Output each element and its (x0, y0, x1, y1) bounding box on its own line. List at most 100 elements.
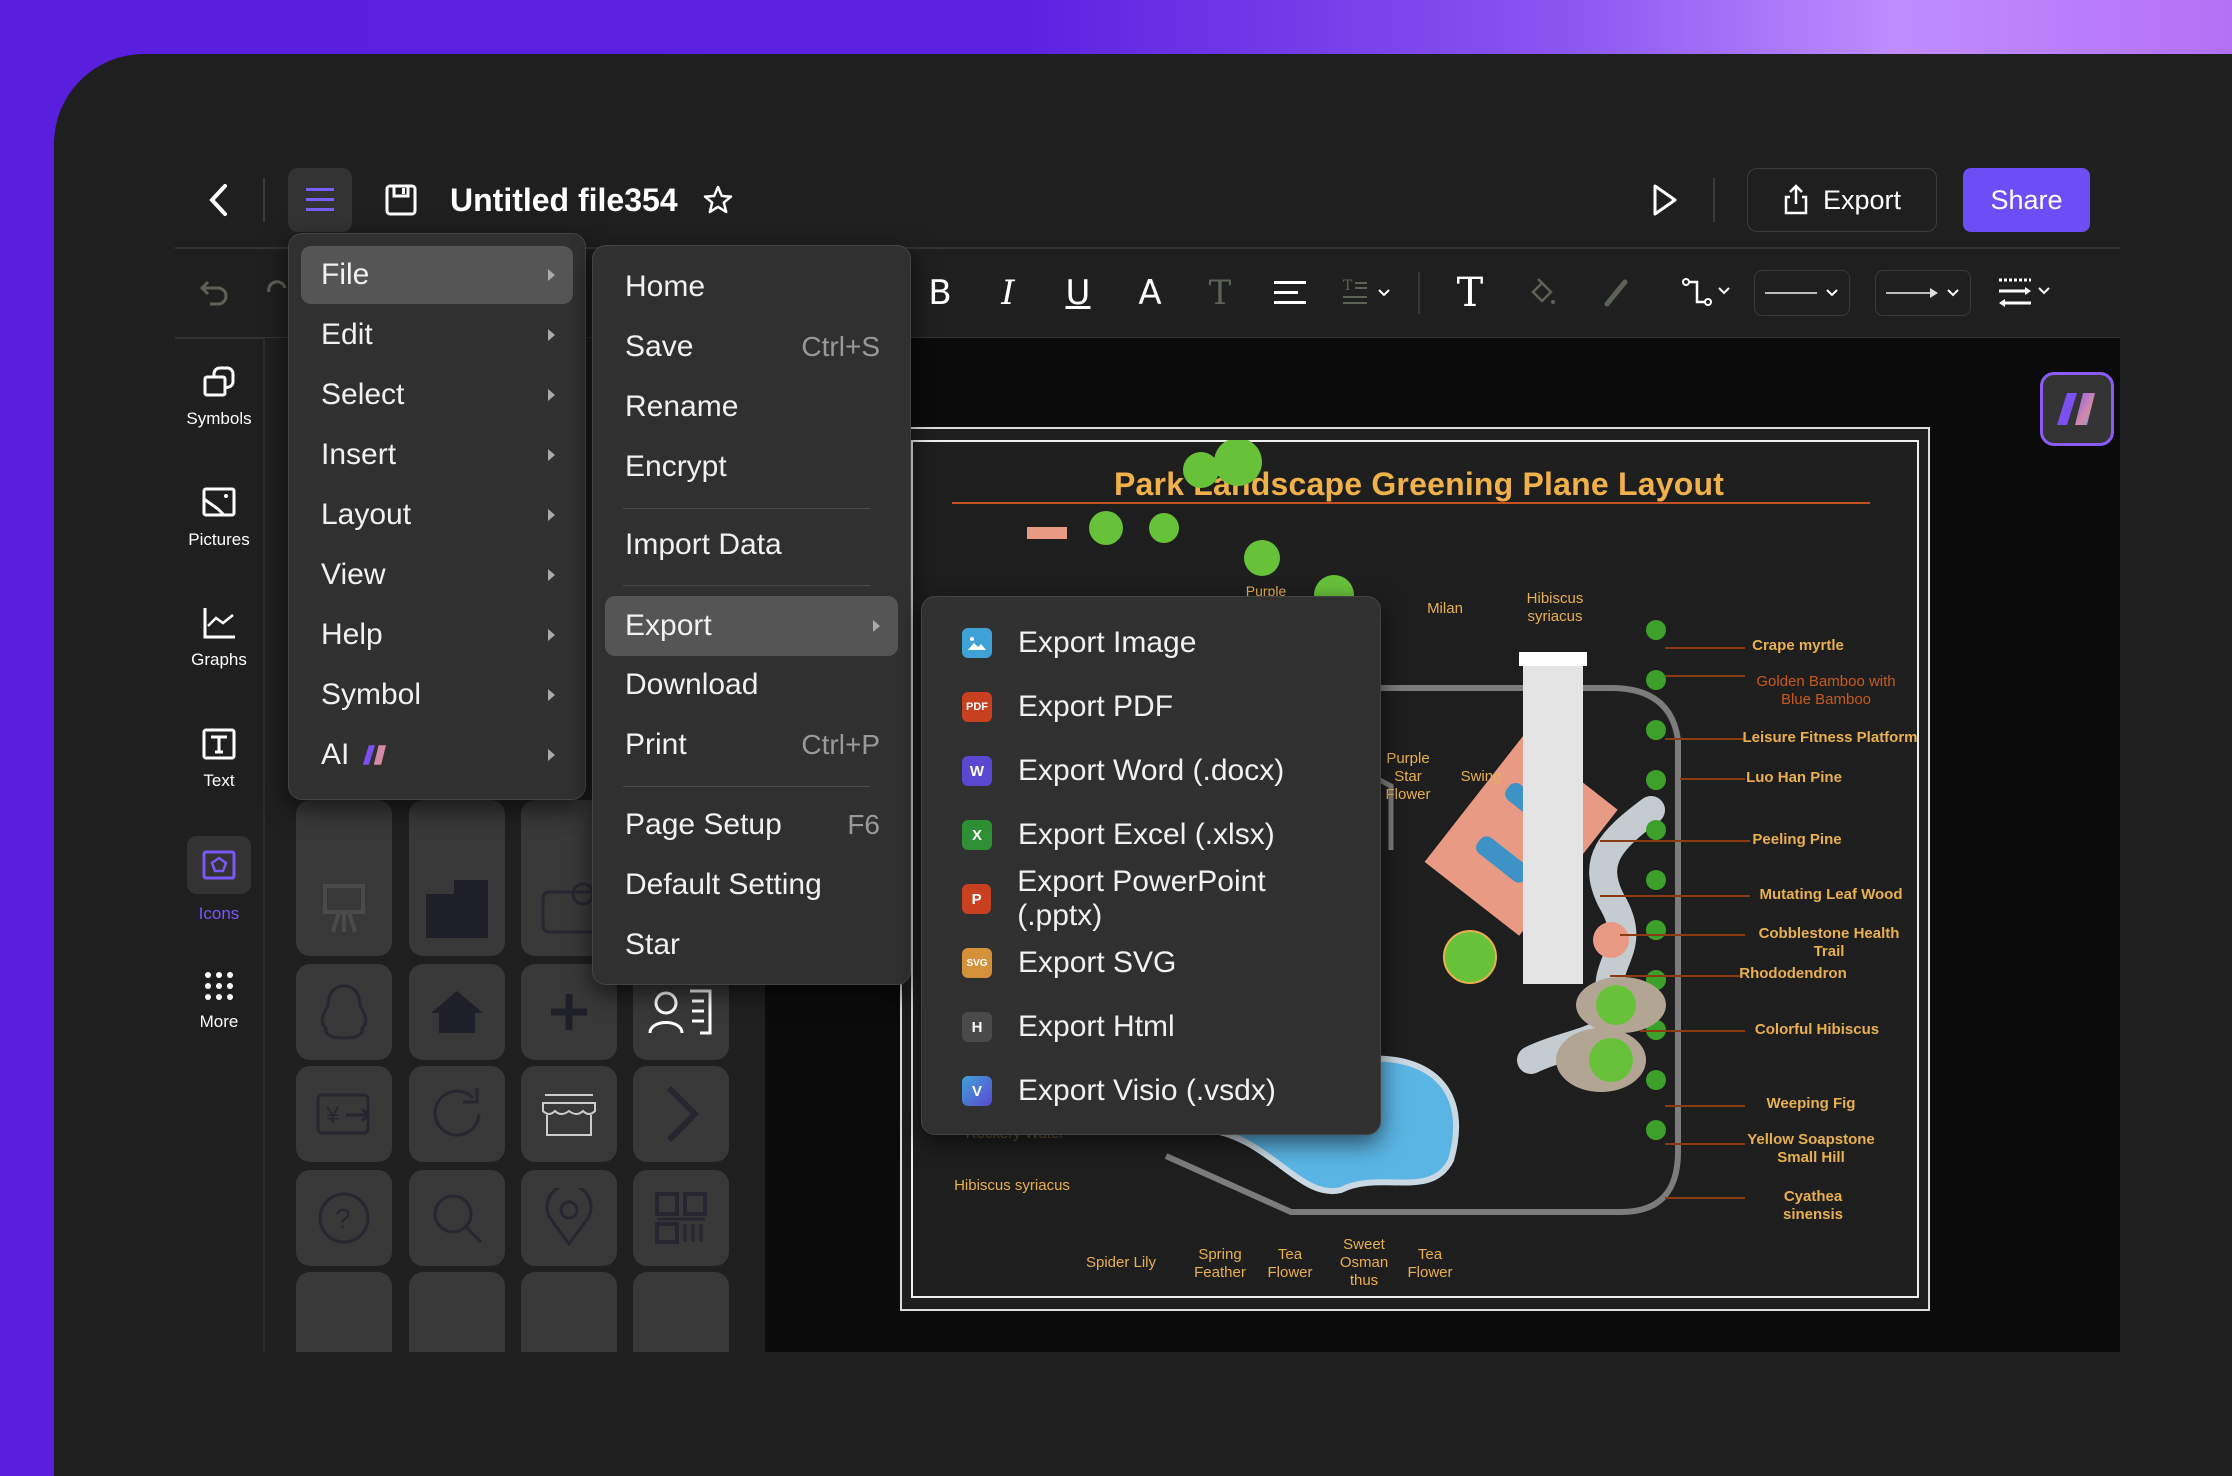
undo-button[interactable] (192, 268, 236, 318)
play-presentation-button[interactable] (1645, 178, 1685, 222)
icon-tile-payment[interactable]: ¥ (296, 1066, 392, 1162)
pen-button[interactable] (1596, 268, 1636, 318)
menu-item-star[interactable]: Star (605, 916, 898, 974)
menu-item-select[interactable]: Select (301, 366, 573, 424)
label-cyathea-sinensis[interactable]: Cyathea sinensis (1753, 1188, 1873, 1224)
align-button[interactable] (1270, 268, 1310, 318)
label-cobblestone-health-trail[interactable]: Cobblestone Health Trail (1743, 925, 1915, 961)
fill-button[interactable] (1522, 268, 1562, 318)
label-milan[interactable]: Milan (1420, 600, 1470, 618)
menu-item-symbol[interactable]: Symbol (301, 666, 573, 724)
menu-item-export-html[interactable]: H Export Html (934, 995, 1368, 1059)
menu-item-home[interactable]: Home (605, 258, 898, 316)
menu-item-export-svg[interactable]: SVG Export SVG (934, 931, 1368, 995)
menu-item-default-setting[interactable]: Default Setting (605, 856, 898, 914)
label-swing[interactable]: Swing (1456, 768, 1506, 786)
menu-item-export-word[interactable]: W Export Word (.docx) (934, 739, 1368, 803)
icon-tile-help[interactable]: ? (296, 1170, 392, 1266)
icon-tile-store[interactable] (521, 1066, 617, 1162)
label-purple-star-flower[interactable]: Purple Star Flower (1378, 750, 1438, 804)
icon-tile-qr[interactable] (633, 1170, 729, 1266)
menu-item-export-excel[interactable]: X Export Excel (.xlsx) (934, 803, 1368, 867)
icon-tile-qq[interactable] (296, 964, 392, 1060)
label-leisure-fitness-platform[interactable]: Leisure Fitness Platform (1740, 729, 1920, 747)
word-file-icon: W (962, 756, 992, 786)
label-golden-bamboo[interactable]: Golden Bamboo with Blue Bamboo (1746, 673, 1906, 709)
line-spacing-dropdown[interactable]: T (1340, 268, 1400, 318)
icon-tile[interactable] (296, 1272, 392, 1352)
label-tea-flower-2[interactable]: Tea Flower (1402, 1246, 1458, 1282)
favorite-star-button[interactable] (698, 180, 738, 220)
export-button[interactable]: Export (1747, 168, 1937, 232)
line-width-dropdown[interactable] (1996, 268, 2056, 318)
sidebar-item-more[interactable]: More (175, 970, 263, 1080)
text-tool-button[interactable]: T (1448, 268, 1492, 318)
label-luo-han-pine[interactable]: Luo Han Pine (1744, 769, 1844, 787)
label-mutating-leaf-wood[interactable]: Mutating Leaf Wood (1756, 886, 1906, 904)
font-color-button[interactable]: A (1130, 268, 1170, 318)
leader-line (1665, 1143, 1745, 1145)
underline-button[interactable]: U (1058, 268, 1098, 318)
menu-item-export[interactable]: Export (605, 596, 898, 656)
sidebar-item-pictures[interactable]: Pictures (175, 486, 263, 596)
icon-tile-location[interactable] (521, 1170, 617, 1266)
label-hibiscus-top[interactable]: Hibiscus syriacus (1520, 590, 1590, 626)
icon-tile-refresh[interactable] (409, 1066, 505, 1162)
icon-tile[interactable] (409, 1272, 505, 1352)
label-tea-flower-1[interactable]: Tea Flower (1262, 1246, 1318, 1282)
menu-item-insert[interactable]: Insert (301, 426, 573, 484)
menu-item-page-setup[interactable]: Page Setup F6 (605, 796, 898, 854)
icon-tile-building[interactable] (409, 860, 505, 956)
line-style-dropdown[interactable] (1754, 270, 1850, 316)
text-highlight-button[interactable]: T (1200, 268, 1240, 318)
share-button[interactable]: Share (1963, 168, 2090, 232)
arrow-style-dropdown[interactable] (1875, 270, 1971, 316)
ai-assistant-button[interactable] (2040, 372, 2114, 446)
label-peeling-pine[interactable]: Peeling Pine (1752, 831, 1842, 849)
menu-item-export-powerpoint[interactable]: P Export PowerPoint (.pptx) (934, 865, 1368, 932)
save-button[interactable] (382, 180, 420, 220)
back-button[interactable] (198, 178, 238, 222)
menu-item-ai[interactable]: AI (301, 726, 573, 784)
menu-item-print[interactable]: Print Ctrl+P (605, 716, 898, 774)
menu-item-file[interactable]: File (301, 246, 573, 304)
label-sweet-osmanthus[interactable]: Sweet Osman thus (1334, 1236, 1394, 1290)
menu-item-export-pdf[interactable]: PDF Export PDF (934, 675, 1368, 739)
label-rhododendron[interactable]: Rhododendron (1738, 965, 1848, 983)
menu-item-encrypt[interactable]: Encrypt (605, 438, 898, 496)
label-spider-lily[interactable]: Spider Lily (1080, 1254, 1162, 1272)
menu-item-help[interactable]: Help (301, 606, 573, 664)
menu-item-save[interactable]: Save Ctrl+S (605, 318, 898, 376)
label-spring-feather[interactable]: Spring Feather (1190, 1246, 1250, 1282)
label-weeping-fig[interactable]: Weeping Fig (1766, 1095, 1856, 1113)
menu-item-edit[interactable]: Edit (301, 306, 573, 364)
icon-tile-search[interactable] (409, 1170, 505, 1266)
sidebar-item-icons[interactable]: Icons (175, 836, 263, 946)
menu-item-export-image[interactable]: Export Image (934, 611, 1368, 675)
menu-item-import-data[interactable]: Import Data (605, 516, 898, 574)
document-title[interactable]: Untitled file354 (450, 178, 678, 222)
bold-button[interactable]: B (920, 268, 960, 318)
menu-item-export-visio[interactable]: V Export Visio (.vsdx) (934, 1059, 1368, 1123)
icon-tile-home[interactable] (409, 964, 505, 1060)
menu-item-download[interactable]: Download (605, 656, 898, 714)
sidebar-item-graphs[interactable]: Graphs (175, 606, 263, 716)
menu-item-label: Default Setting (625, 868, 822, 901)
menu-item-layout[interactable]: Layout (301, 486, 573, 544)
italic-button[interactable]: I (988, 268, 1028, 318)
label-hibiscus-bottom[interactable]: Hibiscus syriacus (947, 1177, 1077, 1195)
icon-tile-easel[interactable] (296, 860, 392, 956)
icon-tile[interactable] (633, 1272, 729, 1352)
menu-item-rename[interactable]: Rename (605, 378, 898, 436)
sidebar-item-text[interactable]: Text (175, 727, 263, 837)
sidebar-item-symbols[interactable]: Symbols (175, 365, 263, 475)
connector-dropdown[interactable] (1680, 268, 1736, 318)
icon-tile[interactable] (521, 1272, 617, 1352)
label-colorful-hibiscus[interactable]: Colorful Hibiscus (1752, 1021, 1882, 1039)
label-yellow-soapstone-small-hill[interactable]: Yellow Soapstone Small Hill (1746, 1131, 1876, 1167)
leader-line (1620, 934, 1745, 936)
label-crape-myrtle[interactable]: Crape myrtle (1738, 637, 1858, 655)
icon-tile-chevron[interactable] (633, 1066, 729, 1162)
main-menu-button[interactable] (288, 168, 352, 232)
menu-item-view[interactable]: View (301, 546, 573, 604)
